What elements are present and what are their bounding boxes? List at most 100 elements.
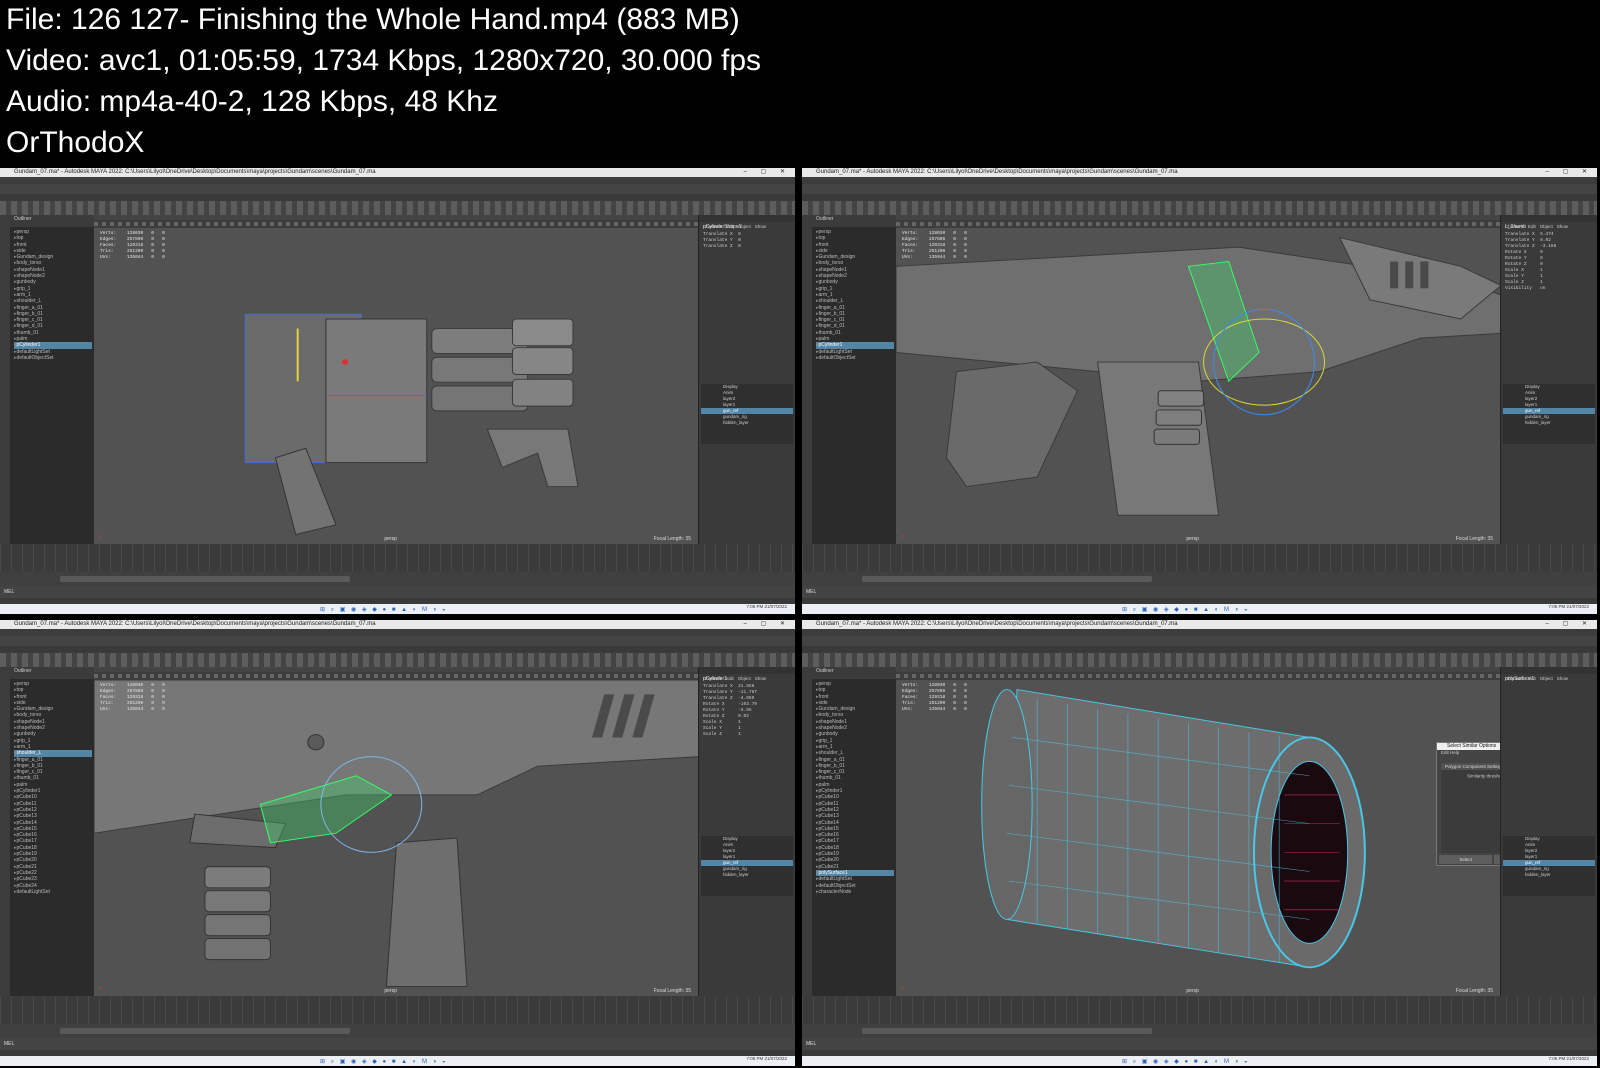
time-slider[interactable]	[0, 996, 795, 1024]
toolbox[interactable]	[802, 215, 812, 544]
shelf-icons[interactable]	[0, 653, 795, 667]
camera-label: persp	[1186, 988, 1199, 994]
channel-tab[interactable]: Object	[1540, 223, 1553, 230]
outliner-list: persptopfrontsideGundam_designbody_torso…	[14, 229, 92, 361]
toolbox[interactable]	[802, 667, 812, 996]
command-line[interactable]: MEL	[0, 1038, 795, 1050]
channel-attributes: Translate X 5.474 Translate Y 8.02 Trans…	[1505, 232, 1557, 291]
dialog-titlebar[interactable]: Select Similar Options– ▢ ✕	[1437, 743, 1501, 750]
viewport-scene	[896, 236, 1501, 516]
range-slider[interactable]	[0, 1024, 795, 1038]
dialog-title: Select Similar Options	[1447, 743, 1497, 749]
range-slider[interactable]	[802, 1024, 1597, 1038]
mel-label: MEL	[806, 589, 817, 595]
range-slider[interactable]	[802, 572, 1597, 586]
channel-tab[interactable]: Edit	[726, 675, 734, 682]
window-titlebar[interactable]: Gundam_07.ma* - Autodesk MAYA 2022: C:\U…	[0, 620, 795, 629]
select-similar-dialog[interactable]: Select Similar Options– ▢ ✕Edit Help Poly…	[1436, 742, 1501, 866]
window-controls[interactable]: – ▢ ✕	[1546, 168, 1593, 177]
channel-tab[interactable]: Edit	[1528, 223, 1536, 230]
poly-count-hud: Verts: 128030 0 0 Edges: 257896 0 0 Face…	[100, 683, 165, 712]
viewport-3d[interactable]: Verts: 128030 0 0 Edges: 257896 0 0 Face…	[896, 680, 1501, 996]
viewport-3d[interactable]: Verts: 128030 0 0 Edges: 257896 0 0 Face…	[896, 228, 1501, 544]
dialog-section-header[interactable]: Polygon Component Settings	[1441, 763, 1501, 770]
range-slider[interactable]	[0, 572, 795, 586]
axis-gizmo-icon: ↗	[98, 534, 103, 540]
channel-tabs: Channels Edit Object Show	[1501, 667, 1597, 681]
taskbar-clock: 7:05 PM 21/07/2022	[1548, 604, 1589, 609]
mel-label: MEL	[4, 1041, 15, 1047]
display-layer[interactable]: hidden_layer	[701, 420, 793, 426]
channel-tab[interactable]: Show	[1557, 223, 1568, 230]
time-slider[interactable]	[802, 544, 1597, 572]
taskbar-app-icons[interactable]: ⊞ ⌕ ▣ ◉ ◈ ◆ ● ■ ▲ ◐ M ◑ ◒	[1122, 1058, 1250, 1066]
taskbar-app-icons[interactable]: ⊞ ⌕ ▣ ◉ ◈ ◆ ● ■ ▲ ◐ M ◑ ◒	[320, 606, 448, 614]
range-slider-handle[interactable]	[862, 576, 1152, 582]
outliner-item[interactable]: defaultObjectSet	[816, 355, 894, 361]
display-layer[interactable]: hidden_layer	[1503, 420, 1595, 426]
range-slider-handle[interactable]	[60, 1028, 350, 1034]
channel-tab[interactable]: Show	[755, 223, 766, 230]
shelf-tabs: Curves / SurfacesPoly ModelingSculptingR…	[0, 646, 795, 662]
outliner-item[interactable]: defaultObjectSet	[14, 355, 92, 361]
shelf-icons[interactable]	[802, 201, 1597, 215]
maya-screenshot: Gundam_07.ma* - Autodesk MAYA 2022: C:\U…	[0, 620, 795, 1066]
channel-tab[interactable]: Object	[738, 675, 751, 682]
select-button[interactable]: Select	[1439, 855, 1493, 864]
command-line[interactable]: MEL	[802, 1038, 1597, 1050]
maya-screenshot: Gundam_07.ma* - Autodesk MAYA 2022: C:\U…	[802, 168, 1597, 614]
channel-tab[interactable]: Object	[1540, 675, 1553, 682]
channel-tabs: Channels Edit Object Show	[699, 215, 795, 229]
taskbar-app-icons[interactable]: ⊞ ⌕ ▣ ◉ ◈ ◆ ● ■ ▲ ◐ M ◑ ◒	[1122, 606, 1250, 614]
axis-gizmo-icon: ↗	[900, 534, 905, 540]
viewport-scene	[94, 680, 699, 987]
toolbox[interactable]	[0, 215, 10, 544]
camera-label: persp	[1186, 536, 1199, 542]
camera-label: persp	[384, 988, 397, 994]
command-line[interactable]: MEL	[0, 586, 795, 598]
video-info-line: Video: avc1, 01:05:59, 1734 Kbps, 1280x7…	[6, 44, 762, 77]
focal-length-label: Focal Length: 35	[1455, 988, 1493, 994]
layer-editor: Display Anim layer2 layer1 gun_ref gundam_rig…	[1503, 836, 1595, 896]
dialog-menubar[interactable]: Edit Help	[1437, 750, 1501, 756]
time-slider[interactable]	[802, 996, 1597, 1024]
channel-tab[interactable]: Show	[1557, 675, 1568, 682]
windows-taskbar: ⊞ ⌕ ▣ ◉ ◈ ◆ ● ■ ▲ ◐ M ◑ ◒ 7:05 PM 21/07/…	[802, 604, 1597, 614]
channel-box: Channels Edit Object Show L_Thumb Translate…	[1500, 215, 1597, 544]
display-layer[interactable]: hidden_layer	[1503, 872, 1595, 878]
window-titlebar[interactable]: Gundam_07.ma* - Autodesk MAYA 2022: C:\U…	[802, 168, 1597, 177]
command-line[interactable]: MEL	[802, 586, 1597, 598]
outliner-title: Outliner	[14, 216, 32, 222]
shelf-icons[interactable]	[0, 201, 795, 215]
taskbar-clock: 7:05 PM 21/07/2022	[746, 604, 787, 609]
main-menubar: FileEditCreateSelectModifyDisplayWindows…	[0, 177, 795, 192]
shelf-tabs: Curves / SurfacesPoly ModelingSculptingR…	[802, 646, 1597, 662]
toolbox[interactable]	[0, 667, 10, 996]
window-controls[interactable]: – ▢ ✕	[744, 620, 791, 629]
window-titlebar[interactable]: Gundam_07.ma* - Autodesk MAYA 2022: C:\U…	[802, 620, 1597, 629]
window-controls[interactable]: – ▢ ✕	[1546, 620, 1593, 629]
panel-toolbar[interactable]	[896, 220, 1501, 228]
window-controls[interactable]: – ▢ ✕	[744, 168, 791, 177]
dialog-body: Polygon Component Settings Similarity thr…	[1441, 763, 1501, 853]
panel-toolbar[interactable]	[94, 672, 699, 680]
outliner-item[interactable]: defaultLightSet	[14, 889, 92, 895]
outliner-item[interactable]: characterNode	[816, 889, 894, 895]
range-slider-handle[interactable]	[862, 1028, 1152, 1034]
shelf-icons[interactable]	[802, 653, 1597, 667]
range-slider-handle[interactable]	[60, 576, 350, 582]
taskbar-app-icons[interactable]: ⊞ ⌕ ▣ ◉ ◈ ◆ ● ■ ▲ ◐ M ◑ ◒	[320, 1058, 448, 1066]
window-titlebar[interactable]: Gundam_07.ma* - Autodesk MAYA 2022: C:\U…	[0, 168, 795, 177]
axis-gizmo-icon: ↗	[98, 986, 103, 992]
viewport-scene	[981, 689, 1366, 969]
file-info-line: File: 126 127- Finishing the Whole Hand.…	[6, 3, 740, 36]
layer-editor: Display Anim layer2 layer1 gun_ref gundam_rig…	[1503, 384, 1595, 444]
channel-box: Channels Edit Object Show polySurface1 Disp…	[1500, 667, 1597, 996]
channel-tab[interactable]: Show	[755, 675, 766, 682]
panel-toolbar[interactable]	[94, 220, 699, 228]
panel-toolbar[interactable]	[896, 672, 1501, 680]
display-layer[interactable]: hidden_layer	[701, 872, 793, 878]
viewport-3d[interactable]: Verts: 128030 0 0 Edges: 257896 0 0 Face…	[94, 680, 699, 996]
time-slider[interactable]	[0, 544, 795, 572]
viewport-3d[interactable]: Verts: 128030 0 0 Edges: 257896 0 0 Face…	[94, 228, 699, 544]
